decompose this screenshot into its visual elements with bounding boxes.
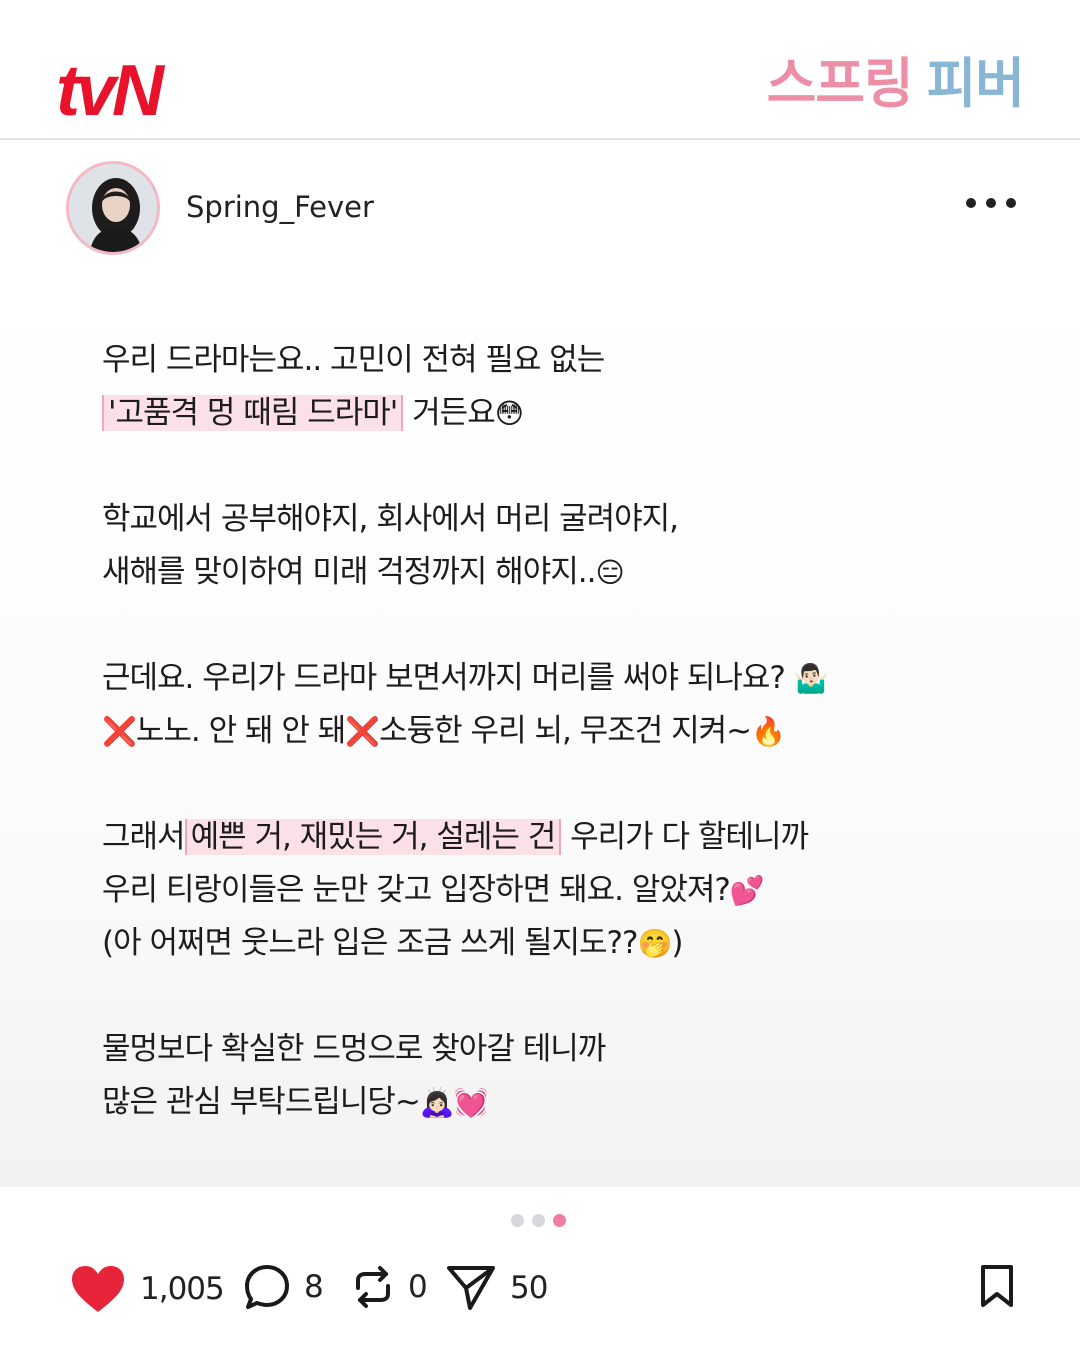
cross-mark-icon: ❌	[345, 715, 380, 748]
post-line: 근데요. 우리가 드라마 보면서까지 머리를 써야 되나요? 🤷🏻‍♂️	[102, 652, 962, 705]
post-line: 많은 관심 부탁드립니당~🙇🏻‍♀️💓	[102, 1076, 962, 1129]
post-text: 노노. 안 돼 안 돼	[135, 713, 346, 749]
repost-button[interactable]: 0	[352, 1264, 428, 1310]
comment-count: 8	[304, 1269, 324, 1305]
more-dot-icon	[1006, 198, 1016, 208]
flushed-face-icon: 😳	[494, 397, 524, 430]
post-text: 우리 드라마는요.. 고민이 전혀 필요 없는	[102, 342, 605, 378]
fire-icon: 🔥	[751, 715, 786, 748]
post-line: '고품격 멍 때림 드라마' 거든요😳	[102, 387, 962, 440]
share-count: 50	[510, 1270, 548, 1306]
expressionless-face-icon: 😑	[595, 556, 624, 589]
avatar[interactable]	[66, 161, 160, 255]
username[interactable]: Spring_Fever	[186, 190, 374, 224]
cross-mark-icon: ❌	[102, 715, 137, 748]
post-text: 우리 티랑이들은 눈만 갖고 입장하면 돼요. 알았져?	[102, 872, 731, 908]
post-content-card: 우리 드라마는요.. 고민이 전혀 필요 없는 '고품격 멍 때림 드라마' 거…	[0, 272, 1080, 1187]
pager-dot[interactable]	[532, 1214, 545, 1227]
post-line: 우리 티랑이들은 눈만 갖고 입장하면 돼요. 알았져?💕	[102, 864, 962, 917]
tvn-logo: tvN	[56, 51, 164, 131]
share-button[interactable]: 50	[446, 1264, 548, 1312]
comment-icon	[245, 1265, 289, 1309]
post-text: 우리가 다 할테니까	[570, 819, 809, 855]
post-line: (아 어쩌면 웃느라 입은 조금 쓰게 될지도??🤭)	[102, 917, 962, 970]
action-bar: 1,005 8 0 50	[0, 1250, 1080, 1330]
bookmark-button[interactable]	[980, 1264, 1014, 1312]
post-text: 그래서	[102, 819, 186, 855]
like-button[interactable]: 1,005	[70, 1264, 225, 1314]
post-line: 그래서 예쁜 거, 재밌는 거, 설레는 건 우리가 다 할테니까	[102, 811, 962, 864]
heart-icon	[72, 1266, 124, 1312]
post-text: 물멍보다 확실한 드멍으로 찾아갈 테니까	[102, 1031, 606, 1067]
carousel-pager[interactable]	[511, 1214, 566, 1227]
post-header: Spring_Fever	[0, 142, 1080, 272]
repost-count: 0	[408, 1269, 428, 1305]
bookmark-icon	[981, 1265, 1013, 1307]
post-text: (아 어쩌면 웃느라 입은 조금 쓰게 될지도??	[102, 925, 638, 961]
post-text: 소듕한 우리 뇌, 무조건 지켜~	[379, 713, 752, 749]
like-count: 1,005	[140, 1271, 225, 1307]
post-text: 많은 관심 부탁드립니당~	[102, 1084, 421, 1120]
top-bar: tvN 스프링 피버	[0, 0, 1080, 140]
comment-button[interactable]: 8	[244, 1264, 324, 1310]
more-options-button[interactable]	[966, 198, 1016, 208]
shrug-icon: 🤷🏻‍♂️	[793, 662, 829, 695]
highlighted-phrase: 예쁜 거, 재밌는 거, 설레는 건	[184, 819, 562, 855]
post-line: 학교에서 공부해야지, 회사에서 머리 굴려야지,	[102, 493, 962, 546]
show-title-part1: 스프링	[766, 52, 914, 115]
repost-icon	[356, 1266, 390, 1308]
pager-dot-active[interactable]	[553, 1214, 566, 1227]
post-text: 근데요. 우리가 드라마 보면서까지 머리를 써야 되나요?	[102, 660, 786, 696]
bowing-heart-icon: 🙇🏻‍♀️💓	[419, 1086, 489, 1119]
more-dot-icon	[986, 198, 996, 208]
pager-dot[interactable]	[511, 1214, 524, 1227]
send-icon	[447, 1266, 495, 1310]
more-dot-icon	[966, 198, 976, 208]
post-text: 학교에서 공부해야지, 회사에서 머리 굴려야지,	[102, 501, 679, 537]
post-text: )	[671, 925, 683, 961]
post-body: 우리 드라마는요.. 고민이 전혀 필요 없는 '고품격 멍 때림 드라마' 거…	[102, 334, 962, 1129]
post-line: 우리 드라마는요.. 고민이 전혀 필요 없는	[102, 334, 962, 387]
post-text: 거든요	[412, 395, 496, 431]
post-line: 물멍보다 확실한 드멍으로 찾아갈 테니까	[102, 1023, 962, 1076]
show-title-part2: 피버	[926, 52, 1025, 115]
show-title-logo: 스프링 피버	[766, 52, 1025, 117]
highlighted-phrase: '고품격 멍 때림 드라마'	[102, 395, 404, 431]
post-text: 새해를 맞이하여 미래 걱정까지 해야지..	[102, 554, 596, 590]
post-line: ❌노노. 안 돼 안 돼❌소듕한 우리 뇌, 무조건 지켜~🔥	[102, 705, 962, 758]
hand-over-mouth-icon: 🤭	[637, 927, 672, 960]
two-hearts-icon: 💕	[729, 874, 765, 907]
post-line: 새해를 맞이하여 미래 걱정까지 해야지..😑	[102, 546, 962, 599]
avatar-photo-icon	[69, 164, 157, 252]
